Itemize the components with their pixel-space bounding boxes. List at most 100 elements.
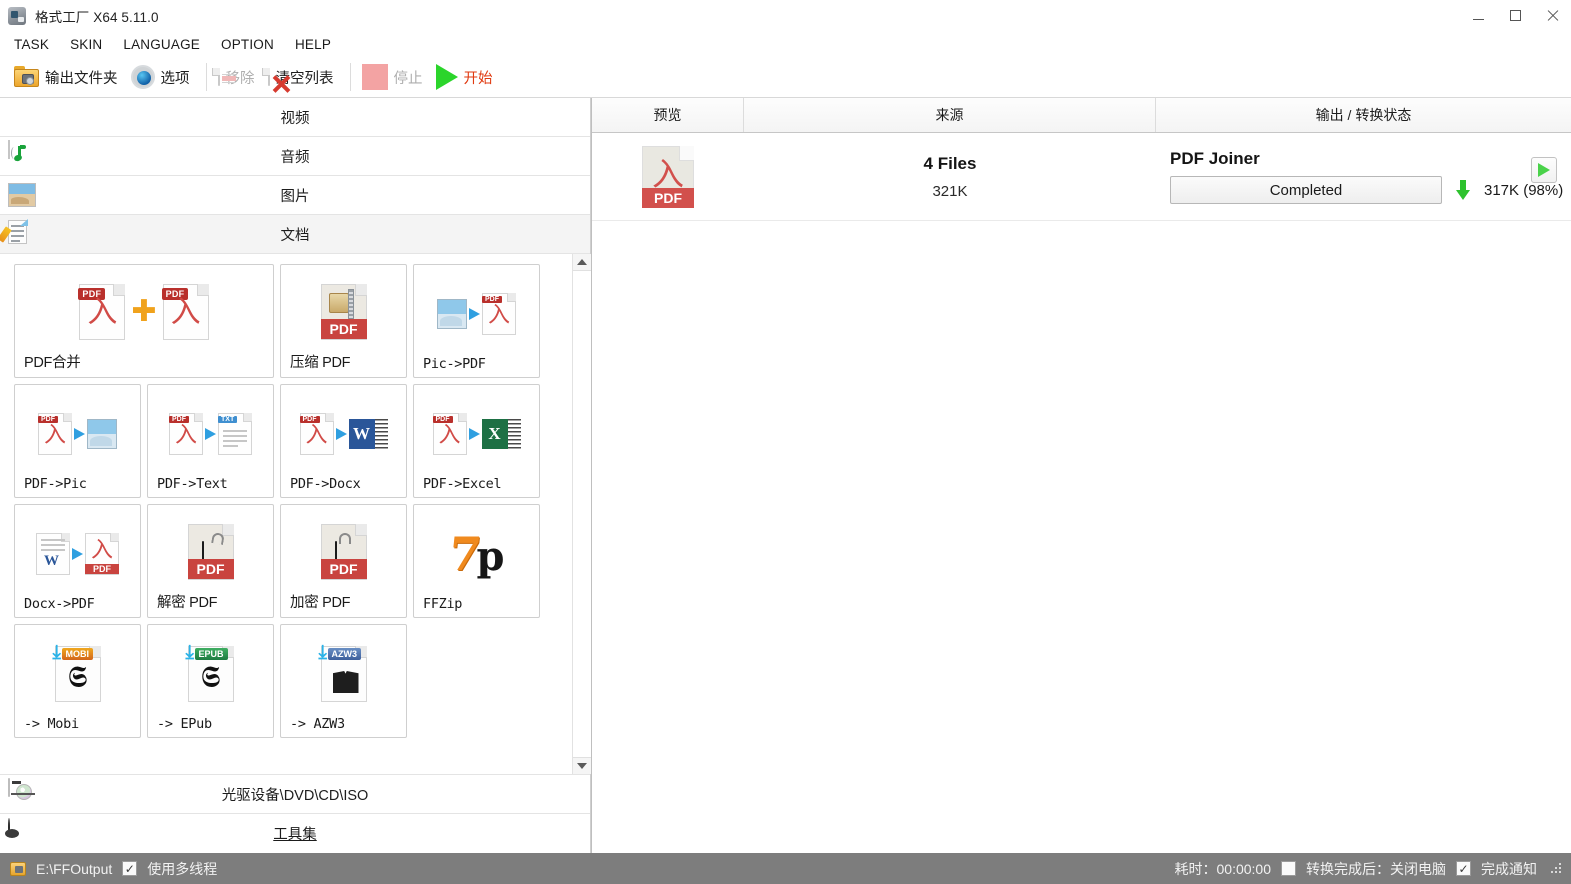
sevenzip-icon: 7 p [423,512,530,596]
shutdown-checkbox[interactable]: ✓ [1281,861,1296,876]
tile-pdf-to-docx[interactable]: PDF 入 W PDF->Docx [280,384,407,498]
task-output-status-row: Completed 317K (98%) [1170,176,1571,204]
tile-pdf-to-excel[interactable]: PDF 入 X PDF->Excel [413,384,540,498]
disc-drive-icon [8,778,38,809]
window-controls [1460,0,1571,31]
sidebar-item-toolset-label: 工具集 [273,827,317,843]
sidebar-item-audio[interactable]: 音频 [0,137,590,176]
scrollbar-track[interactable] [572,271,591,757]
title-bar: 格式工厂 X64 5.11.0 [0,0,1571,31]
tile-pdf-to-text[interactable]: PDF 入 TXT PDF->Text [147,384,274,498]
scroll-down-icon[interactable] [572,757,591,774]
sidebar-item-toolset[interactable]: 工具集 [0,814,590,853]
pdf-to-pic-icon: PDF 入 [24,392,131,476]
tile-to-mobi-label: -> Mobi [24,716,79,732]
resize-grip-icon[interactable] [1551,862,1563,875]
minimize-button[interactable] [1460,0,1497,31]
menu-option[interactable]: OPTION [221,35,285,54]
sidebar-item-picture[interactable]: 图片 [0,176,590,215]
pdf-file-icon: 入 PDF [642,145,694,208]
stop-label: 停止 [393,70,423,87]
pdf-to-excel-icon: PDF 入 X [423,392,530,476]
tile-pdf-decrypt-label: 解密 PDF [157,595,218,611]
task-output-title: PDF Joiner [1170,149,1260,168]
scroll-up-icon[interactable] [572,254,591,271]
output-path-label[interactable]: E:\FFOutput [36,861,112,877]
sidebar-item-document[interactable]: 文档 [0,215,590,254]
status-bar-right: 耗时：00:00:00 ✓ 转换完成后：关闭电脑 ✓ 完成通知 [1175,859,1564,879]
format-grid-scrollbar[interactable] [572,254,591,774]
clear-list-button[interactable]: 清空列表 [261,60,343,94]
table-row[interactable]: 入 PDF 4 Files 321K PDF Joiner Completed [592,133,1571,221]
task-source-cell: 4 Files 321K [744,154,1156,200]
mobi-badge: MOBI [61,648,93,660]
window-title: 格式工厂 X64 5.11.0 [35,9,159,25]
pdf-merge-icon: PDF 入 ✚ PDF 入 [24,272,264,351]
remove-button[interactable]: 移除 [211,60,264,94]
main-body: 视频 音频 图片 文档 PDF 入 ✚ PDF 入 PDF合并 PDF 压缩 P… [0,98,1571,853]
status-badge[interactable]: Completed [1170,176,1442,204]
output-folder-button[interactable]: 输出文件夹 [10,60,127,94]
pdf-preview-badge: PDF [642,187,694,208]
tile-pdf-to-pic[interactable]: PDF 入 PDF->Pic [14,384,141,498]
menu-skin[interactable]: SKIN [70,35,113,54]
film-icon [3,102,38,132]
sidebar-item-document-label: 文档 [280,227,310,244]
column-header-output: 输出 / 转换状态 [1315,107,1412,123]
task-output-size: 317K (98%) [1484,181,1564,199]
tile-pdf-encrypt[interactable]: PDF 加密 PDF [280,504,407,618]
left-panel: 视频 音频 图片 文档 PDF 入 ✚ PDF 入 PDF合并 PDF 压缩 P… [0,98,591,853]
play-icon [435,64,458,90]
gear-icon [130,65,155,89]
excel-badge: X [481,419,508,449]
column-header-source: 来源 [744,98,1156,132]
to-epub-icon: ⤓ EPUB 𝕾 [157,632,264,716]
task-list-header: 预览 来源 输出 / 转换状态 [592,98,1571,133]
tile-pdf-decrypt[interactable]: PDF 解密 PDF [147,504,274,618]
notify-checkbox[interactable]: ✓ [1456,861,1471,876]
tile-to-epub-label: -> EPub [157,716,212,732]
options-button[interactable]: 选项 [127,60,199,94]
pdf-encrypt-icon: PDF [290,512,397,591]
output-path-icon [10,861,26,876]
tile-to-azw3-label: -> AZW3 [290,716,345,732]
sidebar-item-video[interactable]: 视频 [0,98,590,137]
tile-pdf-to-excel-label: PDF->Excel [423,476,502,492]
tile-pic-to-pdf[interactable]: PDF 入 Pic->PDF [413,264,540,378]
menu-bar: TASK SKIN LANGUAGE OPTION HELP [0,31,1571,57]
maximize-button[interactable] [1497,0,1534,31]
sidebar-item-disc[interactable]: 光驱设备\DVD\CD\ISO [0,775,590,814]
task-output-cell: PDF Joiner Completed 317K (98%) [1156,149,1571,204]
remove-icon [211,68,236,86]
shutdown-label: 转换完成后：关闭电脑 [1306,860,1446,877]
task-list-panel: 预览 来源 输出 / 转换状态 入 PDF 4 Files 321K PDF J… [591,98,1571,853]
tile-docx-to-pdf[interactable]: W 入 PDF Docx->PDF [14,504,141,618]
pdf-to-docx-icon: PDF 入 W [290,392,397,476]
tile-pdf-to-pic-label: PDF->Pic [24,476,87,492]
menu-language[interactable]: LANGUAGE [123,35,211,54]
sidebar-item-audio-label: 音频 [280,149,310,166]
stop-button[interactable]: 停止 [358,60,432,94]
docx-to-pdf-icon: W 入 PDF [24,512,131,596]
tile-pdf-merge[interactable]: PDF 入 ✚ PDF 入 PDF合并 [14,264,274,378]
tile-to-azw3[interactable]: ⤓ AZW3 -> AZW3 [280,624,407,738]
tile-ffzip[interactable]: 7 p FFZip [413,504,540,618]
column-header-preview: 预览 [592,98,744,132]
tile-to-epub[interactable]: ⤓ EPUB 𝕾 -> EPub [147,624,274,738]
film-reel-icon [8,817,38,849]
close-button[interactable] [1534,0,1571,31]
menu-help[interactable]: HELP [295,35,342,54]
start-button[interactable]: 开始 [432,60,502,94]
multithread-checkbox[interactable]: ✓ [122,861,138,876]
task-preview-cell: 入 PDF [592,145,744,208]
folder-icon [14,66,39,88]
sidebar-item-video-label: 视频 [280,110,310,127]
menu-task[interactable]: TASK [14,35,60,54]
tile-pdf-encrypt-label: 加密 PDF [290,595,351,611]
task-play-button[interactable] [1531,157,1557,183]
stop-icon [361,64,388,90]
toolbar-separator-2 [349,63,351,91]
start-label: 开始 [463,70,493,87]
tile-to-mobi[interactable]: ⤓ MOBI 𝕾 -> Mobi [14,624,141,738]
tile-pdf-compress[interactable]: PDF 压缩 PDF [280,264,407,378]
